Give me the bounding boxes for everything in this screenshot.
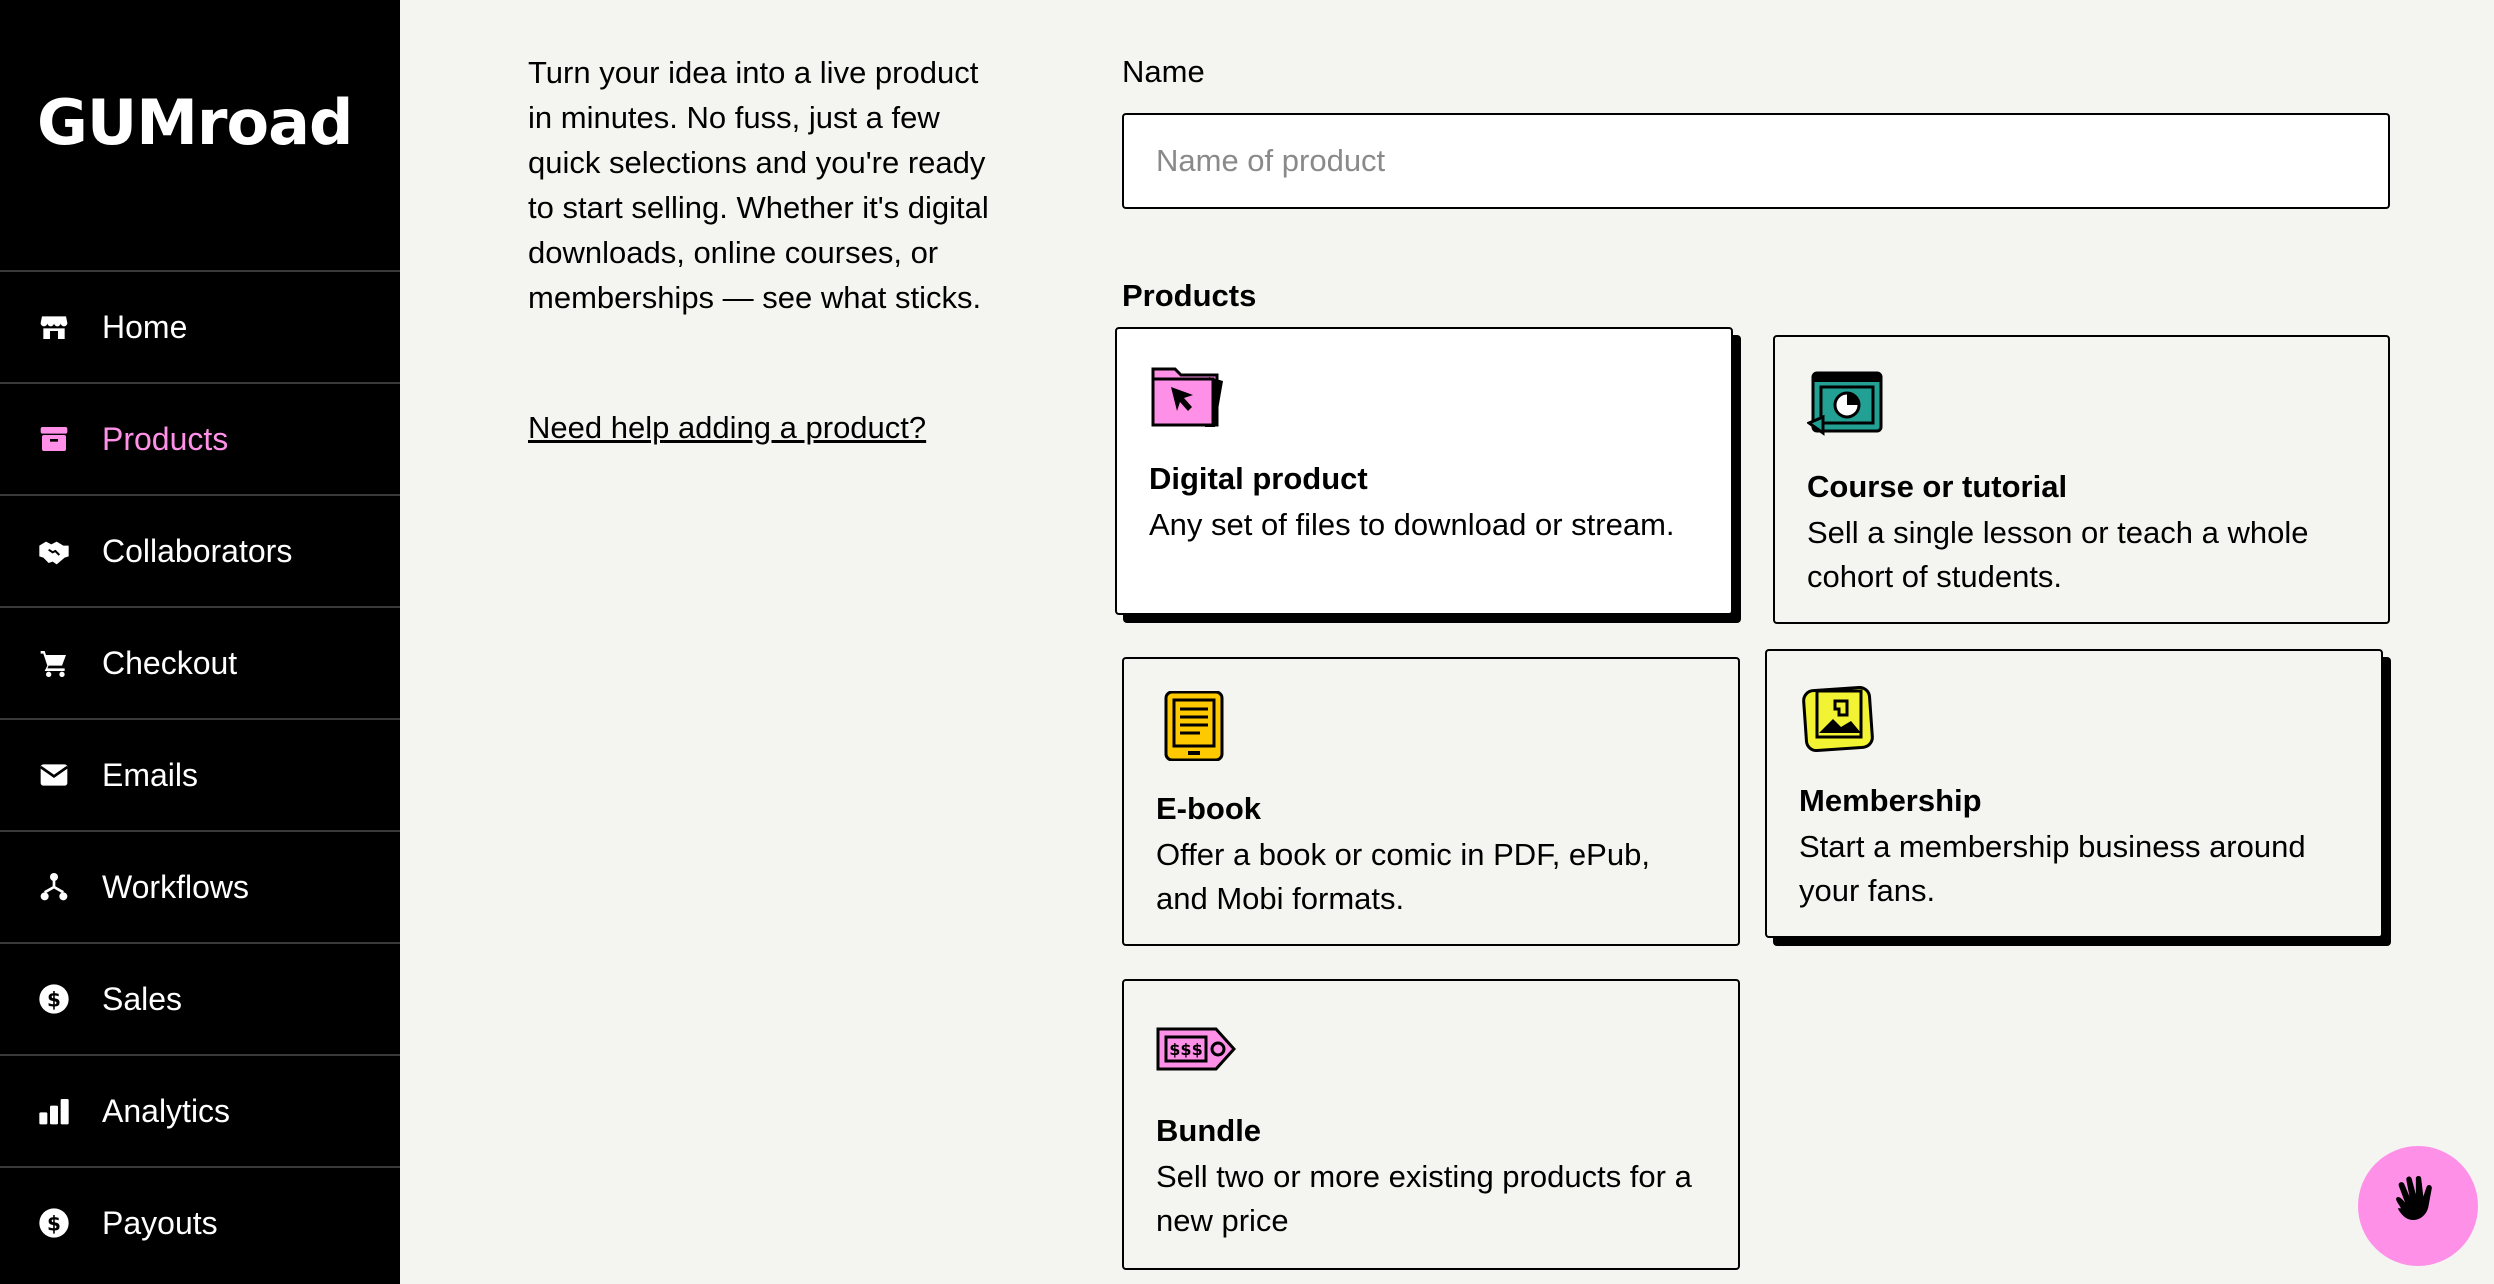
sidebar-item-workflows[interactable]: Workflows <box>0 830 400 942</box>
svg-text:$: $ <box>47 987 61 1011</box>
name-label: Name <box>1122 54 1205 89</box>
product-type-digital[interactable]: Digital product Any set of files to down… <box>1115 327 1733 615</box>
svg-text:$: $ <box>47 1211 61 1235</box>
product-type-ebook[interactable]: E-book Offer a book or comic in PDF, ePu… <box>1122 657 1740 946</box>
sidebar-item-emails[interactable]: Emails <box>0 718 400 830</box>
sidebar-nav: Home Products Collaborators Checkout Ema… <box>0 270 400 1278</box>
product-type-bundle[interactable]: $$$ Bundle Sell two or more existing pro… <box>1122 979 1740 1270</box>
sidebar-item-label: Payouts <box>102 1204 218 1241</box>
card-title: Digital product <box>1149 461 1368 496</box>
sidebar-item-label: Emails <box>102 756 199 793</box>
intro-text: Turn your idea into a live product in mi… <box>528 55 989 315</box>
sidebar-item-collaborators[interactable]: Collaborators <box>0 494 400 606</box>
sidebar-item-payouts[interactable]: $ Payouts <box>0 1166 400 1278</box>
sidebar-item-home[interactable]: Home <box>0 270 400 382</box>
handshake-icon <box>38 535 70 567</box>
sidebar-item-label: Analytics <box>102 1092 231 1129</box>
sidebar-item-label: Products <box>102 420 229 457</box>
help-adding-product-link[interactable]: Need help adding a product? <box>528 410 926 446</box>
envelope-icon <box>38 759 70 791</box>
hand-wave-icon <box>2386 1172 2450 1241</box>
sidebar-item-products[interactable]: Products <box>0 382 400 494</box>
card-title: Bundle <box>1156 1113 1262 1148</box>
sidebar: GUMroad Home Products Collaborators Chec… <box>0 0 400 1284</box>
archive-icon <box>38 423 70 455</box>
help-chat-button[interactable] <box>2358 1146 2478 1266</box>
price-tag-icon: $$$ <box>1156 1013 1237 1083</box>
sidebar-item-label: Collaborators <box>102 532 293 569</box>
product-type-membership[interactable]: Membership Start a membership business a… <box>1765 649 2383 938</box>
product-type-course[interactable]: Course or tutorial Sell a single lesson … <box>1773 335 2390 624</box>
dollar-circle-icon: $ <box>38 983 70 1015</box>
card-description: Offer a book or comic in PDF, ePub, and … <box>1156 837 1650 916</box>
dollar-circle-icon: $ <box>38 1207 70 1239</box>
folder-cursor-icon <box>1149 361 1229 431</box>
sidebar-item-label: Home <box>102 308 188 345</box>
card-description: Any set of files to download or stream. <box>1149 507 1675 542</box>
workflow-icon <box>38 871 70 903</box>
card-title: E-book <box>1156 791 1262 826</box>
sidebar-item-checkout[interactable]: Checkout <box>0 606 400 718</box>
card-title: Course or tutorial <box>1807 469 2068 504</box>
card-description: Sell two or more existing products for a… <box>1156 1159 1692 1238</box>
card-description: Start a membership business around your … <box>1799 829 2306 908</box>
products-label: Products <box>1122 278 1257 313</box>
bar-chart-icon <box>38 1095 70 1127</box>
product-name-input[interactable] <box>1122 113 2390 209</box>
presentation-board-icon <box>1805 369 1887 439</box>
gumroad-logo[interactable]: GUMroad <box>37 92 353 154</box>
sidebar-item-label: Workflows <box>102 868 249 905</box>
card-description: Sell a single lesson or teach a whole co… <box>1807 515 2309 594</box>
sidebar-item-analytics[interactable]: Analytics <box>0 1054 400 1166</box>
sidebar-item-label: Checkout <box>102 644 238 681</box>
membership-card-icon <box>1799 683 1879 753</box>
store-icon <box>38 311 70 343</box>
card-title: Membership <box>1799 783 1982 818</box>
sidebar-item-sales[interactable]: $ Sales <box>0 942 400 1054</box>
svg-text:$$$: $$$ <box>1169 1040 1202 1059</box>
sidebar-item-label: Sales <box>102 980 183 1017</box>
cart-icon <box>38 647 70 679</box>
ereader-icon <box>1156 690 1236 762</box>
